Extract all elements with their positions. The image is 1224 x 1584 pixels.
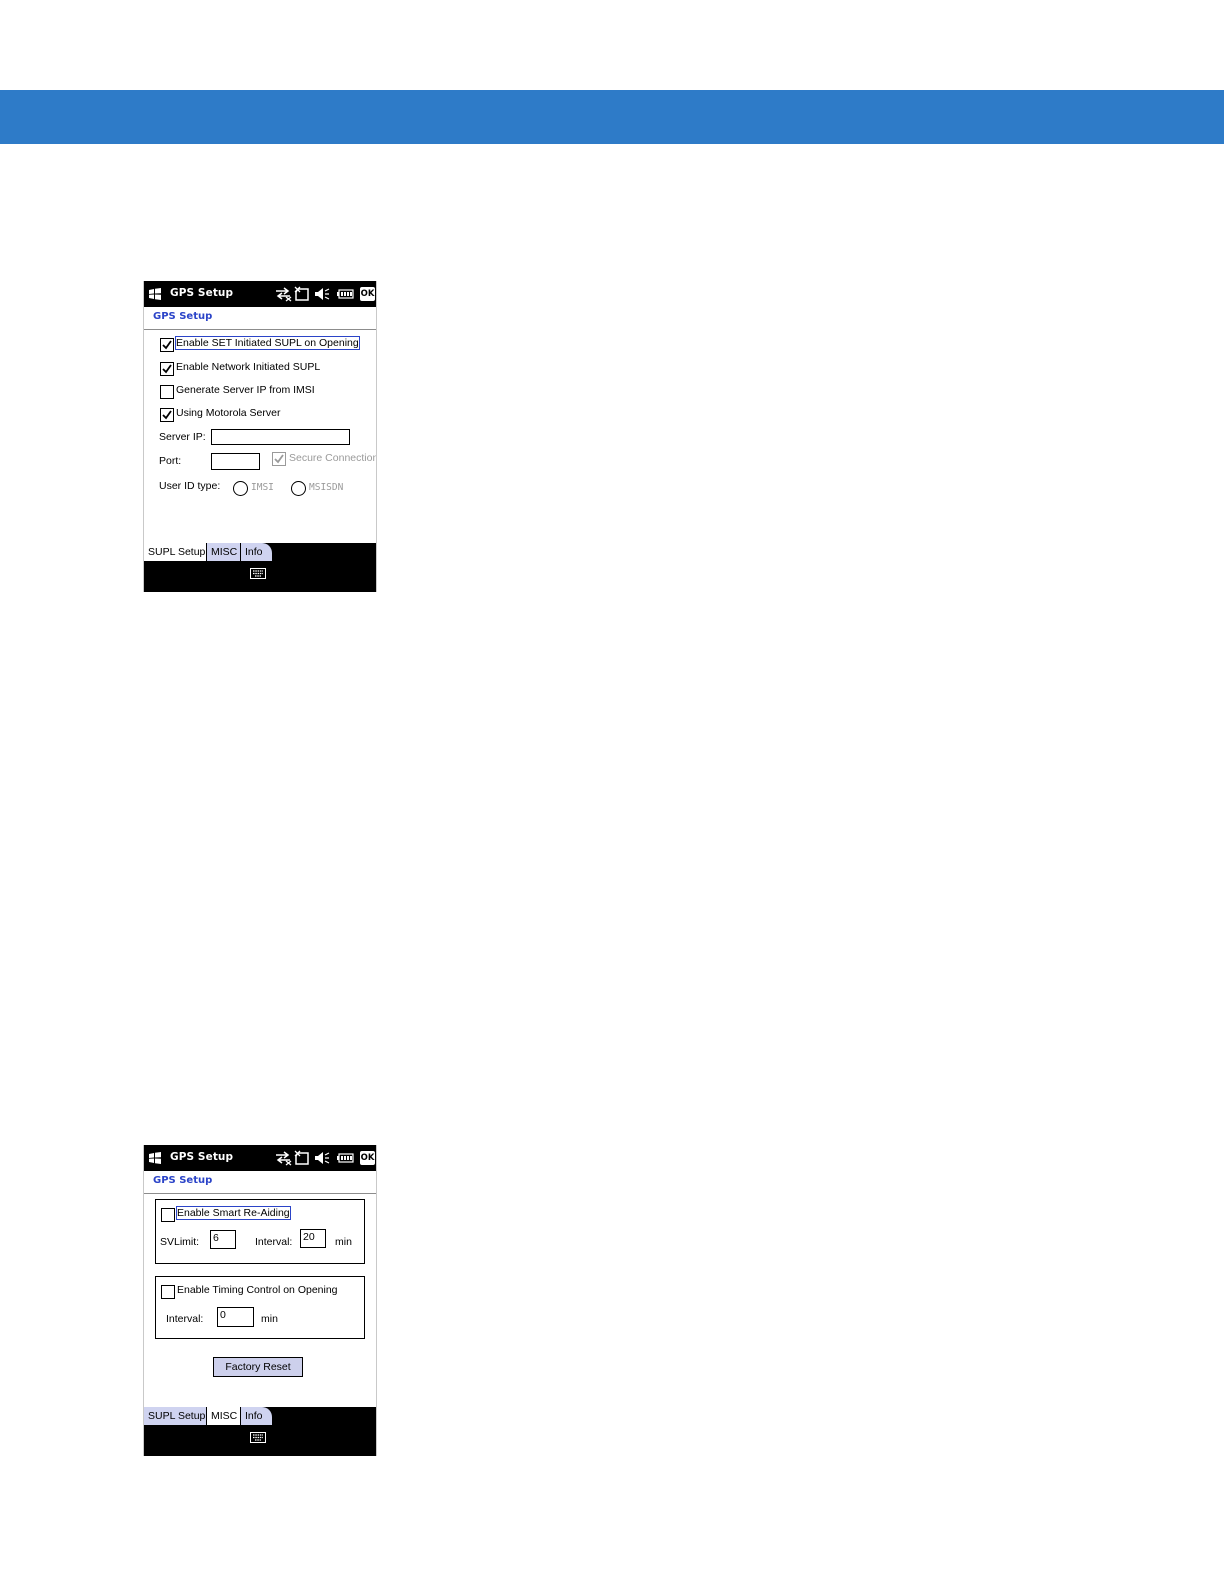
timing-interval-input[interactable]: 0 [217,1307,254,1327]
ok-button[interactable]: OK [360,287,375,301]
checkmark-icon [162,410,172,420]
enable-network-initiated-checkbox[interactable] [160,362,174,376]
checkmark-icon [162,364,172,374]
imsi-radio-label[interactable]: IMSI [251,482,274,493]
smart-interval-unit: min [335,1236,352,1248]
tab-info[interactable]: Info [241,1407,272,1425]
battery-icon[interactable] [337,1150,355,1166]
imsi-radio[interactable] [233,481,248,496]
tab-misc[interactable]: MISC [207,1407,240,1425]
using-motorola-server-label[interactable]: Using Motorola Server [176,407,280,419]
windows-start-icon[interactable] [148,287,162,301]
generate-server-ip-checkbox[interactable] [160,385,174,399]
msisdn-radio[interactable] [291,481,306,496]
header-divider [144,329,376,330]
tab-bar: SUPL Setup MISC Info [144,1407,376,1456]
tab-supl-setup[interactable]: SUPL Setup [144,543,206,561]
port-input[interactable] [211,453,260,470]
factory-reset-button[interactable]: Factory Reset [213,1357,303,1377]
no-signal-icon[interactable] [294,286,310,302]
smart-interval-input[interactable]: 20 [300,1229,326,1248]
enable-smart-reaiding-label[interactable]: Enable Smart Re-Aiding [176,1206,291,1220]
keyboard-icon[interactable] [250,568,266,579]
connectivity-icon[interactable] [274,286,292,302]
msisdn-radio-label[interactable]: MSISDN [309,482,343,493]
enable-timing-control-label[interactable]: Enable Timing Control on Opening [177,1284,338,1296]
server-ip-input[interactable] [211,429,350,445]
svlimit-input[interactable]: 6 [210,1230,236,1249]
status-bar: GPS Setup OK [144,1145,376,1171]
windows-start-icon[interactable] [148,1151,162,1165]
gps-setup-screen-supl: GPS Setup OK GPS Setup Enable SET Initia… [143,281,377,592]
app-title: GPS Setup [170,1151,234,1163]
smart-interval-label: Interval: [255,1236,293,1248]
tab-supl-setup[interactable]: SUPL Setup [144,1407,206,1425]
checkmark-icon [162,340,172,350]
status-bar: GPS Setup OK [144,281,376,307]
enable-smart-reaiding-checkbox[interactable] [161,1208,175,1222]
page-title: GPS Setup [153,1175,213,1186]
port-label: Port: [159,455,182,467]
user-id-type-label: User ID type: [159,480,221,492]
timing-interval-unit: min [261,1313,278,1325]
secure-connection-checkbox[interactable] [272,452,286,466]
tab-bar: SUPL Setup MISC Info [144,543,376,592]
enable-set-initiated-label[interactable]: Enable SET Initiated SUPL on Opening [175,336,360,350]
checkmark-icon [274,454,284,464]
using-motorola-server-checkbox[interactable] [160,408,174,422]
generate-server-ip-label[interactable]: Generate Server IP from IMSI [176,384,315,396]
tab-info[interactable]: Info [241,543,272,561]
enable-network-initiated-label[interactable]: Enable Network Initiated SUPL [176,361,320,373]
tab-misc[interactable]: MISC [207,543,240,561]
svlimit-label: SVLimit: [160,1236,200,1248]
server-ip-label: Server IP: [159,431,206,443]
header-divider [144,1193,376,1194]
connectivity-icon[interactable] [274,1150,292,1166]
keyboard-icon[interactable] [250,1432,266,1443]
no-signal-icon[interactable] [294,1150,310,1166]
page-title: GPS Setup [153,311,213,322]
enable-set-initiated-checkbox[interactable] [160,338,174,352]
battery-icon[interactable] [337,286,355,302]
secure-connection-label[interactable]: Secure Connection [289,452,376,464]
speaker-muted-icon[interactable] [314,286,330,302]
page-header-banner [0,90,1224,144]
timing-interval-label: Interval: [166,1313,204,1325]
app-title: GPS Setup [170,287,234,299]
gps-setup-screen-misc: GPS Setup OK GPS Setup Enable Smart Re-A… [143,1145,377,1456]
speaker-muted-icon[interactable] [314,1150,330,1166]
enable-timing-control-checkbox[interactable] [161,1285,175,1299]
ok-button[interactable]: OK [360,1151,375,1165]
